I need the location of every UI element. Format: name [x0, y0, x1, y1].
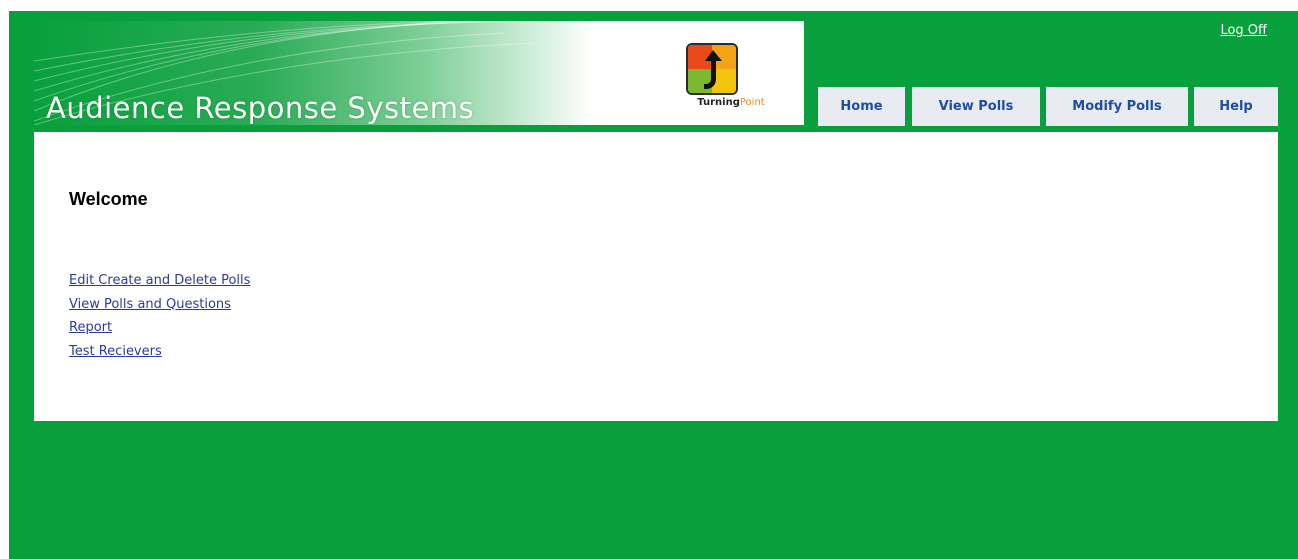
- tab-help[interactable]: Help: [1194, 87, 1278, 126]
- logo-text: TurningPoint: [676, 97, 786, 108]
- logo-text-accent: Point: [739, 97, 765, 108]
- logo-text-main: Turning: [697, 97, 740, 108]
- turningpoint-logo: TurningPoint: [676, 33, 786, 113]
- page-title: Welcome: [69, 189, 148, 209]
- site-title: Audience Response Systems: [46, 91, 475, 125]
- page-background: Audience Response Systems TurningPoint L…: [9, 11, 1298, 559]
- main-content: Welcome Edit Create and Delete Polls Vie…: [34, 132, 1278, 421]
- logoff-link[interactable]: Log Off: [1220, 23, 1267, 38]
- turningpoint-logo-icon: [686, 43, 738, 95]
- link-list: Edit Create and Delete Polls View Polls …: [69, 269, 250, 363]
- link-edit-create-delete-polls[interactable]: Edit Create and Delete Polls: [69, 269, 250, 293]
- tab-view-polls[interactable]: View Polls: [912, 87, 1040, 126]
- link-view-polls-questions[interactable]: View Polls and Questions: [69, 293, 250, 317]
- banner-art: Audience Response Systems: [34, 21, 594, 125]
- tab-home[interactable]: Home: [818, 87, 905, 126]
- header-banner: Audience Response Systems TurningPoint: [34, 21, 804, 125]
- link-test-receivers[interactable]: Test Recievers: [69, 340, 250, 364]
- tab-modify-polls[interactable]: Modify Polls: [1046, 87, 1188, 126]
- link-report[interactable]: Report: [69, 316, 250, 340]
